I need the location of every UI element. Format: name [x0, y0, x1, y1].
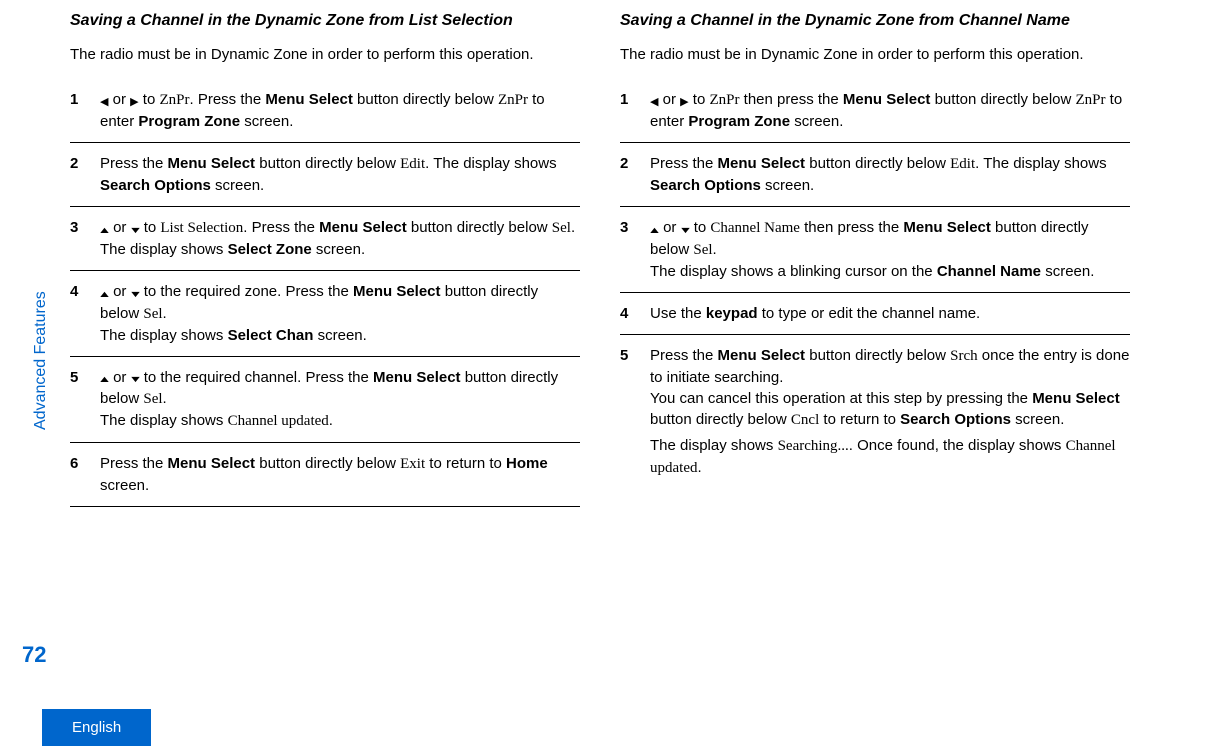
language-tab: English [42, 709, 151, 746]
nav-up-icon [100, 218, 109, 239]
step: 2 Press the Menu Select button directly … [620, 143, 1130, 207]
nav-left-icon [650, 90, 658, 111]
step: 3 or to List Selection. Press the Menu S… [70, 207, 580, 271]
step-num: 3 [70, 217, 100, 260]
sidebar-section-label: Advanced Features [30, 291, 52, 430]
step-body: Press the Menu Select button directly be… [650, 153, 1130, 196]
nav-right-icon [130, 90, 138, 111]
step: 1 or to ZnPr then press the Menu Select … [620, 79, 1130, 143]
nav-up-icon [100, 367, 109, 388]
step-num: 2 [70, 153, 100, 196]
step: 2 Press the Menu Select button directly … [70, 143, 580, 207]
step-num: 1 [620, 89, 650, 132]
step: 5 Press the Menu Select button directly … [620, 335, 1130, 489]
step: 1 or to ZnPr. Press the Menu Select butt… [70, 79, 580, 143]
nav-down-icon [131, 367, 140, 388]
nav-down-icon [131, 282, 140, 303]
step-num: 5 [70, 367, 100, 433]
left-column: Saving a Channel in the Dynamic Zone fro… [70, 10, 580, 736]
step-body: Press the Menu Select button directly be… [100, 153, 580, 196]
step-body: or to ZnPr then press the Menu Select bu… [650, 89, 1130, 132]
nav-up-icon [100, 282, 109, 303]
right-intro: The radio must be in Dynamic Zone in ord… [620, 44, 1130, 65]
nav-up-icon [650, 218, 659, 239]
step-body: or to List Selection. Press the Menu Sel… [100, 217, 580, 260]
right-column: Saving a Channel in the Dynamic Zone fro… [620, 10, 1130, 736]
step: 5 or to the required channel. Press the … [70, 357, 580, 444]
nav-down-icon [131, 218, 140, 239]
step-body: or to the required channel. Press the Me… [100, 367, 580, 433]
page-number: 72 [22, 640, 46, 671]
step-num: 4 [620, 303, 650, 324]
step: 4 or to the required zone. Press the Men… [70, 271, 580, 357]
step-body: or to Channel Name then press the Menu S… [650, 217, 1130, 282]
left-intro: The radio must be in Dynamic Zone in ord… [70, 44, 580, 65]
step-num: 6 [70, 453, 100, 496]
nav-down-icon [681, 218, 690, 239]
page-body: Saving a Channel in the Dynamic Zone fro… [0, 0, 1206, 746]
step-num: 4 [70, 281, 100, 346]
step: 4 Use the keypad to type or edit the cha… [620, 293, 1130, 335]
step-num: 5 [620, 345, 650, 479]
step-body: Press the Menu Select button directly be… [100, 453, 580, 496]
step-body: or to the required zone. Press the Menu … [100, 281, 580, 346]
step-body: Press the Menu Select button directly be… [650, 345, 1130, 479]
step-num: 3 [620, 217, 650, 282]
step-num: 2 [620, 153, 650, 196]
step: 3 or to Channel Name then press the Menu… [620, 207, 1130, 293]
step-body: or to ZnPr. Press the Menu Select button… [100, 89, 580, 132]
step-num: 1 [70, 89, 100, 132]
step: 6 Press the Menu Select button directly … [70, 443, 580, 507]
left-title: Saving a Channel in the Dynamic Zone fro… [70, 10, 580, 32]
nav-right-icon [680, 90, 688, 111]
right-title: Saving a Channel in the Dynamic Zone fro… [620, 10, 1130, 32]
nav-left-icon [100, 90, 108, 111]
step-body: Use the keypad to type or edit the chann… [650, 303, 1130, 324]
